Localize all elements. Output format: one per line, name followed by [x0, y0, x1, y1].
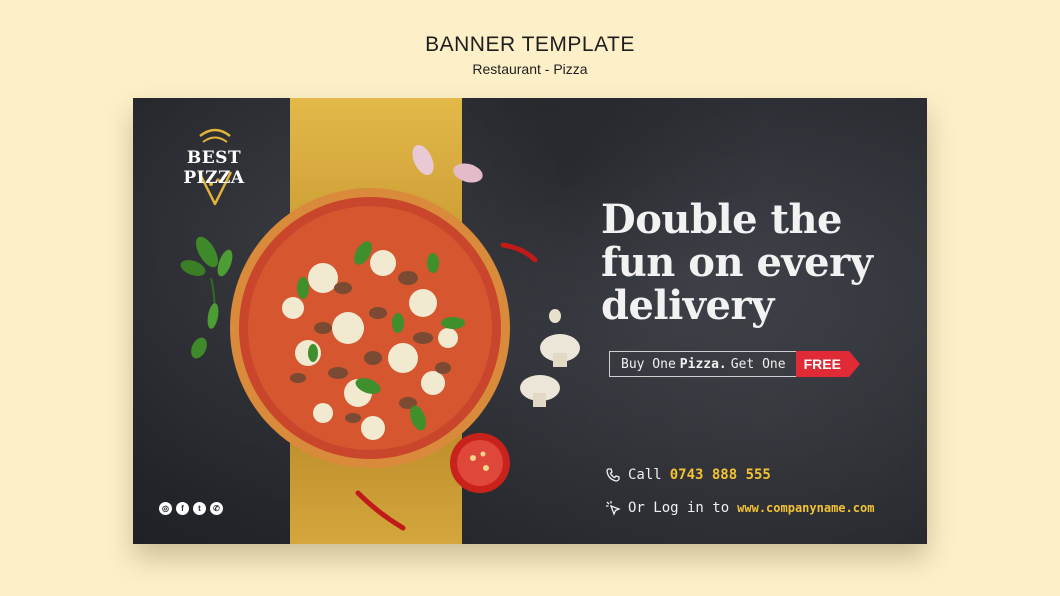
headline: Double the fun on every delivery [601, 198, 921, 327]
phone-icon [606, 468, 620, 482]
social-links: ◎ f t ✆ [159, 502, 223, 515]
chili-pepper-bottom [355, 490, 406, 531]
instagram-icon[interactable]: ◎ [159, 502, 172, 515]
whatsapp-icon[interactable]: ✆ [210, 502, 223, 515]
offer-prefix: Buy One [621, 356, 676, 372]
page-title: BANNER TEMPLATE [425, 33, 635, 56]
offer-suffix: Get One [730, 356, 786, 372]
free-tag: FREE [795, 351, 861, 377]
headline-line-2: fun on every [601, 239, 873, 286]
pizza-banner: BEST PIZZA ◎ f t ✆ Double the fun on eve… [133, 98, 927, 544]
login-label: Or Log in to [628, 500, 730, 516]
facebook-icon[interactable]: f [176, 502, 189, 515]
page-subtitle: Restaurant - Pizza [472, 61, 588, 77]
login-row: Or Log in to www.companyname.com [605, 500, 874, 516]
headline-line-3: delivery [601, 282, 774, 329]
call-row: Call 0743 888 555 [605, 467, 771, 483]
tomato [450, 433, 510, 493]
offer-text-box: Buy One Pizza. Get One [609, 351, 796, 377]
headline-line-1: Double the [601, 196, 843, 243]
website-link[interactable]: www.companyname.com [737, 501, 874, 515]
basil-leaves [180, 236, 233, 359]
cursor-click-icon [606, 501, 621, 516]
page-header: BANNER TEMPLATE Restaurant - Pizza [0, 32, 1060, 78]
chili-pepper [500, 242, 538, 263]
mushrooms [520, 309, 580, 407]
call-label: Call [628, 467, 662, 483]
garlic-cloves [412, 145, 483, 183]
offer-banner: Buy One Pizza. Get One FREE [609, 351, 861, 377]
pizza [230, 188, 510, 468]
phone-number[interactable]: 0743 888 555 [670, 467, 771, 483]
twitter-icon[interactable]: t [193, 502, 206, 515]
offer-bold: Pizza. [679, 356, 727, 372]
pizza-illustration [180, 145, 580, 531]
